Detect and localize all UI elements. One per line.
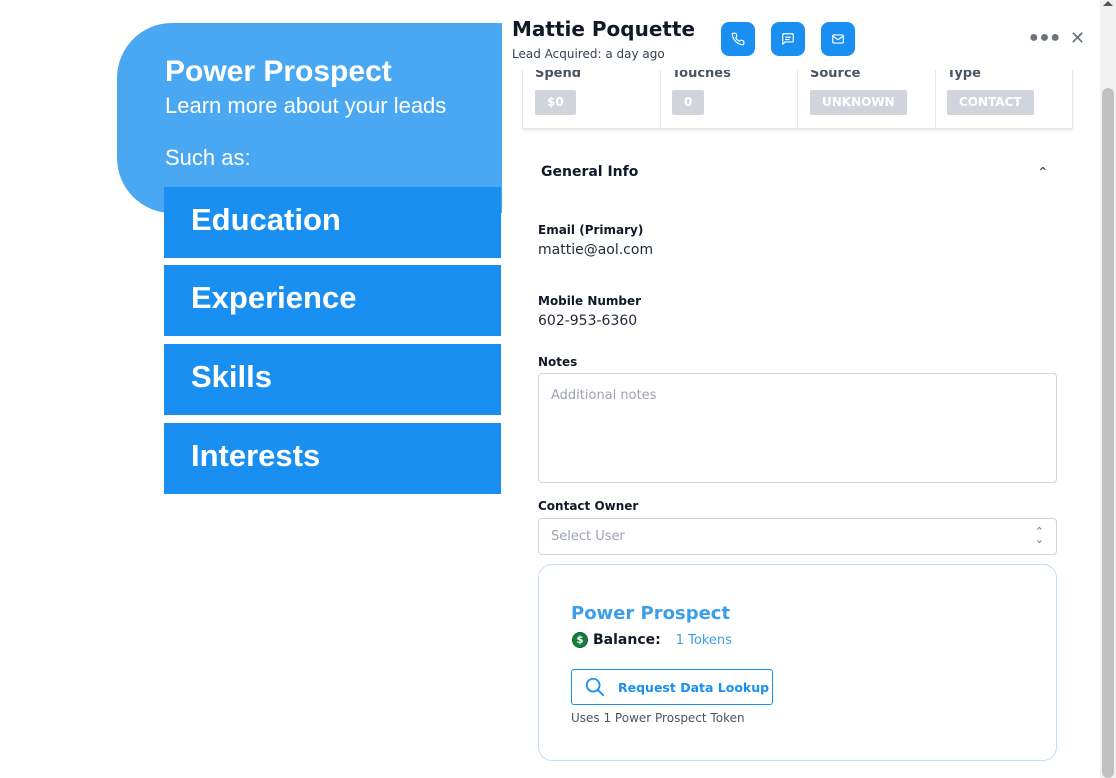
promo-title: Power Prospect [165,55,392,88]
message-button[interactable] [771,22,805,56]
mobile-label: Mobile Number [538,294,642,308]
stat-source: Source UNKNOWN [798,70,936,128]
lead-acquired: Lead Acquired: a day ago [512,47,665,61]
stat-touches: Touches 0 [660,70,798,128]
email-label: Email (Primary) [538,223,644,237]
scrollbar-thumb[interactable] [1102,88,1114,778]
notes-placeholder: Additional notes [551,388,657,403]
promo-item-education: Education [164,187,501,258]
stat-label: Type [947,70,981,81]
general-info-title[interactable]: General Info [541,164,638,180]
stats-card: Spend $0 Touches 0 Source UNKNOWN Type C… [522,70,1073,129]
request-data-lookup-button[interactable]: Request Data Lookup [571,669,773,705]
promo-such-as: Such as: [165,145,251,170]
balance-label: Balance: [593,632,661,648]
select-placeholder: Select User [551,529,625,544]
scroll-up-icon[interactable] [1103,1,1113,6]
dollar-coin-icon: $ [572,632,588,648]
promo-item-interests: Interests [164,423,501,494]
more-options-icon[interactable]: ●●● [1029,29,1061,47]
power-prospect-title: Power Prospect [571,603,731,624]
balance-value: 1 Tokens [675,632,732,648]
promo-subtitle: Learn more about your leads [165,93,447,118]
promo-item-experience: Experience [164,265,501,336]
stat-label: Source [810,70,861,81]
notes-textarea[interactable]: Additional notes [538,373,1057,483]
stat-badge: 0 [672,90,705,115]
email-button[interactable] [821,22,855,56]
stat-label: Touches [672,70,731,81]
stat-spend: Spend $0 [523,70,661,128]
close-icon[interactable]: ✕ [1070,28,1085,49]
mail-icon [832,34,844,44]
call-button[interactable] [721,22,755,56]
contact-owner-label: Contact Owner [538,499,639,513]
notes-label: Notes [538,355,578,369]
stat-label: Spend [535,70,582,81]
stat-badge: CONTACT [947,90,1034,115]
chevron-up-down-icon: ⌃ ⌄ [1034,525,1044,546]
power-prospect-card [538,564,1057,761]
search-icon [585,677,605,697]
chevron-up-icon[interactable]: ⌃ [1037,164,1049,181]
mobile-value[interactable]: 602-953-6360 [538,313,637,329]
message-icon [782,33,794,45]
token-usage-note: Uses 1 Power Prospect Token [571,711,745,725]
contact-owner-select[interactable]: Select User ⌃ ⌄ [538,518,1057,555]
request-data-lookup-label: Request Data Lookup [618,679,770,695]
phone-icon [731,32,745,46]
balance-row: $ Balance: 1 Tokens [572,632,732,648]
email-value[interactable]: mattie@aol.com [538,242,653,258]
lead-name: Mattie Poquette [512,17,696,41]
promo-item-skills: Skills [164,344,501,415]
stat-badge: UNKNOWN [810,90,907,115]
stat-type: Type CONTACT [935,70,1072,128]
stat-badge: $0 [535,90,576,115]
